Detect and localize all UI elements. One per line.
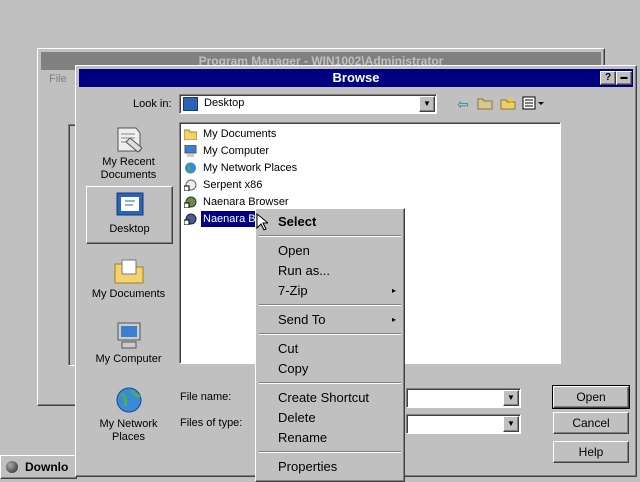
shortcut-icon bbox=[183, 179, 197, 192]
computer-icon bbox=[184, 144, 197, 157]
menu-item-properties[interactable]: Properties bbox=[278, 458, 337, 476]
file-label: My Documents bbox=[203, 128, 277, 140]
files-of-type-dropdown[interactable]: ▼ bbox=[406, 414, 521, 434]
place-label: My Documents bbox=[91, 288, 166, 300]
menu-separator bbox=[259, 333, 401, 335]
places-recent-documents[interactable]: My Recent Documents bbox=[86, 124, 171, 182]
menu-item-create-shortcut[interactable]: Create Shortcut bbox=[278, 389, 369, 407]
desktop-icon bbox=[113, 191, 147, 221]
menu-separator bbox=[259, 382, 401, 384]
mouse-pointer-icon bbox=[256, 212, 270, 234]
network-places-icon bbox=[112, 386, 146, 416]
cancel-button[interactable]: Cancel bbox=[553, 412, 629, 434]
open-button[interactable]: Open bbox=[552, 385, 630, 409]
my-computer-icon bbox=[112, 321, 146, 351]
file-name-label: File name: bbox=[180, 391, 232, 403]
menu-item-delete[interactable]: Delete bbox=[278, 409, 316, 427]
up-folder-icon[interactable] bbox=[477, 96, 493, 112]
place-label: My Computer bbox=[95, 353, 162, 365]
menu-file[interactable]: File bbox=[49, 73, 67, 85]
taskbar-button-label: Downlo bbox=[25, 460, 69, 474]
menu-item-run-as[interactable]: Run as... bbox=[278, 262, 330, 280]
menu-item-7zip[interactable]: 7-Zip bbox=[278, 282, 308, 300]
menu-separator bbox=[259, 235, 401, 237]
new-folder-icon[interactable] bbox=[500, 96, 516, 112]
place-label: My Network Places bbox=[99, 418, 158, 443]
submenu-arrow-icon: ▸ bbox=[391, 315, 396, 324]
files-of-type-label: Files of type: bbox=[180, 417, 243, 429]
file-label: Serpent x86 bbox=[203, 179, 263, 191]
place-label: Desktop bbox=[109, 223, 150, 235]
help-button[interactable]: Help bbox=[553, 441, 629, 463]
file-label: My Computer bbox=[203, 145, 270, 157]
dialog-title-bar[interactable]: Browse ? ▬ bbox=[79, 69, 633, 87]
menu-item-send-to[interactable]: Send To bbox=[278, 311, 325, 329]
menu-item-copy[interactable]: Copy bbox=[278, 360, 308, 378]
place-label: My Recent Documents bbox=[100, 156, 157, 181]
menu-item-select[interactable]: Select bbox=[278, 213, 316, 231]
folder-icon bbox=[183, 128, 198, 141]
submenu-arrow-icon: ▸ bbox=[391, 286, 396, 295]
file-name-field[interactable]: ▼ bbox=[406, 388, 521, 408]
context-menu: Select Open Run as... 7-Zip ▸ Send To ▸ … bbox=[255, 208, 405, 482]
places-network[interactable]: My Network Places bbox=[86, 386, 171, 444]
shortcut-icon bbox=[183, 213, 197, 226]
places-my-documents[interactable]: My Documents bbox=[86, 256, 171, 301]
sphere-icon bbox=[6, 461, 18, 473]
network-icon bbox=[184, 162, 197, 174]
menu-separator bbox=[259, 304, 401, 306]
view-menu-icon[interactable] bbox=[522, 96, 544, 112]
recent-documents-icon bbox=[112, 124, 146, 154]
back-arrow-icon[interactable]: ⇦ bbox=[456, 96, 470, 112]
file-label: My Network Places bbox=[203, 162, 298, 174]
chevron-down-icon[interactable]: ▼ bbox=[503, 416, 519, 432]
look-in-label: Look in: bbox=[133, 98, 172, 110]
menu-item-open[interactable]: Open bbox=[278, 242, 310, 260]
menu-item-cut[interactable]: Cut bbox=[278, 340, 298, 358]
look-in-dropdown[interactable]: Desktop ▼ bbox=[179, 94, 437, 114]
shortcut-icon bbox=[183, 196, 197, 209]
look-in-value: Desktop bbox=[204, 97, 245, 109]
places-desktop[interactable]: Desktop bbox=[86, 186, 173, 244]
places-my-computer[interactable]: My Computer bbox=[86, 321, 171, 366]
help-title-button[interactable]: ? bbox=[600, 71, 616, 85]
menu-separator bbox=[259, 451, 401, 453]
desktop-icon bbox=[183, 97, 198, 111]
menu-item-rename[interactable]: Rename bbox=[278, 429, 327, 447]
close-title-button[interactable]: ▬ bbox=[616, 71, 632, 85]
file-label: Naenara Br bbox=[201, 211, 262, 227]
my-documents-icon bbox=[112, 256, 146, 286]
taskbar-button-download[interactable]: Downlo bbox=[0, 455, 77, 479]
chevron-down-icon[interactable]: ▼ bbox=[419, 96, 435, 112]
chevron-down-icon[interactable]: ▼ bbox=[503, 390, 519, 406]
dialog-title: Browse bbox=[332, 70, 380, 85]
